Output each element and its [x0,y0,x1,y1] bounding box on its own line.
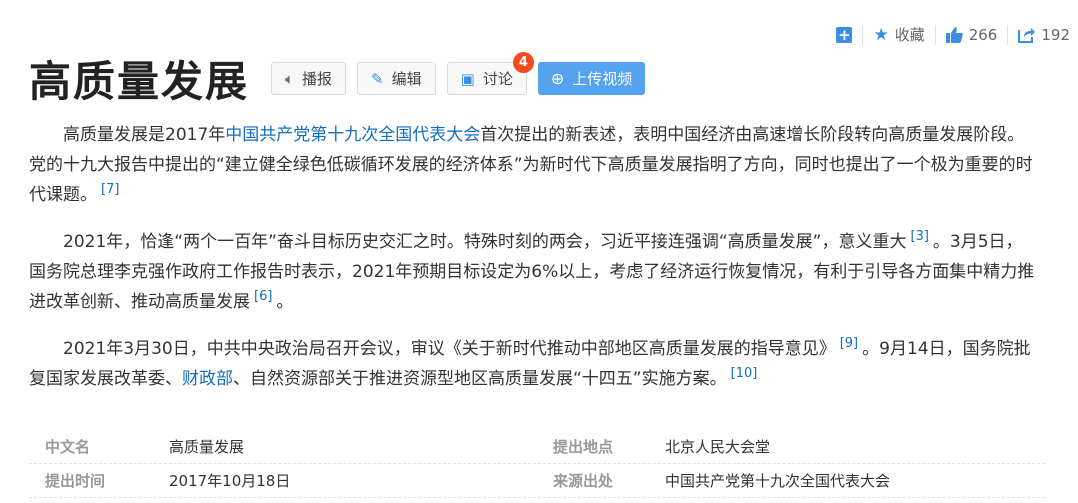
toolbar-divider [934,24,936,45]
star-icon: ★ [873,24,889,45]
reference-link[interactable]: [9] [840,336,858,351]
paragraph-2: 2021年，恰逢“两个一百年”奋斗目标历史交汇之时。特殊时刻的两会，习近平接连强… [29,227,1039,317]
upload-label: 上传视频 [572,70,633,88]
info-key: 提出时间 [45,472,106,490]
link-19th-congress[interactable]: 中国共产党第十九次全国代表大会 [225,125,480,145]
info-value: 中国共产党第十九次全国代表大会 [665,472,891,490]
text-span: 2021年，恰逢“两个一百年”奋斗目标历史交汇之时。特殊时刻的两会，习近平接连强… [63,232,907,252]
page-title: 高质量发展 [29,57,250,106]
edit-button[interactable]: ✎ 编辑 [357,62,436,95]
paragraph-1: 高质量发展是2017年中国共产党第十九次全国代表大会首次提出的新表述，表明中国经… [29,120,1039,210]
toolbar-divider [862,24,864,45]
edit-label: 编辑 [391,70,422,88]
add-button[interactable]: + [836,25,853,44]
pencil-icon: ✎ [371,69,384,88]
plus-square-icon: + [836,25,853,44]
play-label: 播报 [302,70,333,88]
info-value: 北京人民大会堂 [665,438,771,456]
info-value: 高质量发展 [169,438,245,456]
speaker-icon: 🔈︎ [285,69,295,88]
like-button[interactable]: 266 [945,25,998,44]
collect-button[interactable]: ★ 收藏 [873,24,924,45]
upload-video-button[interactable]: ⊕ 上传视频 [537,62,646,95]
share-button[interactable]: 192 [1018,26,1070,44]
info-key: 来源出处 [553,472,614,490]
paragraph-3: 2021年3月30日，中共中央政治局召开会议，审议《关于新时代推动中部地区高质量… [29,334,1039,394]
plus-circle-icon: ⊕ [550,69,565,88]
info-row: 提出时间 2017年10月18日 来源出处 中国共产党第十九次全国代表大会 [29,464,1045,498]
like-count: 266 [968,25,998,44]
text-span: 2021年3月30日，中共中央政治局召开会议，审议《关于新时代推动中部地区高质量… [63,339,836,359]
link-ministry-of-finance[interactable]: 财政部 [182,369,233,389]
reference-link[interactable]: [10] [731,366,758,381]
info-value: 2017年10月18日 [169,472,291,490]
info-row: 中文名 高质量发展 提出地点 北京人民大会堂 [29,430,1045,464]
text-span: 高质量发展是2017年 [63,125,226,145]
thumbs-up-icon [945,26,963,43]
reference-link[interactable]: [3] [911,229,929,244]
play-button[interactable]: 🔈︎ 播报 [271,62,347,95]
discuss-button[interactable]: ▣ 讨论 4 [446,52,534,95]
reference-link[interactable]: [6] [254,289,272,304]
share-count: 192 [1041,25,1070,44]
reference-link[interactable]: [7] [101,182,119,197]
discuss-badge: 4 [512,52,534,73]
collect-label: 收藏 [894,26,925,44]
chat-icon: ▣ [460,69,475,88]
article-content: 高质量发展是2017年中国共产党第十九次全国代表大会首次提出的新表述，表明中国经… [29,120,1039,411]
top-toolbar: + ★ 收藏 266 192 [836,24,1070,45]
text-span: 、自然资源部关于推进资源型地区高质量发展“十四五”实施方案。 [233,369,727,389]
text-span: 。 [276,292,294,312]
discuss-label: 讨论 [482,70,513,88]
toolbar-divider [1007,24,1009,45]
info-key: 提出地点 [553,438,614,456]
title-row: 高质量发展 🔈︎ 播报 ✎ 编辑 ▣ 讨论 4 ⊕ 上传视频 [29,48,656,109]
share-icon [1018,27,1036,43]
info-table: 中文名 高质量发展 提出地点 北京人民大会堂 提出时间 2017年10月18日 … [29,430,1045,498]
info-key: 中文名 [45,438,91,456]
